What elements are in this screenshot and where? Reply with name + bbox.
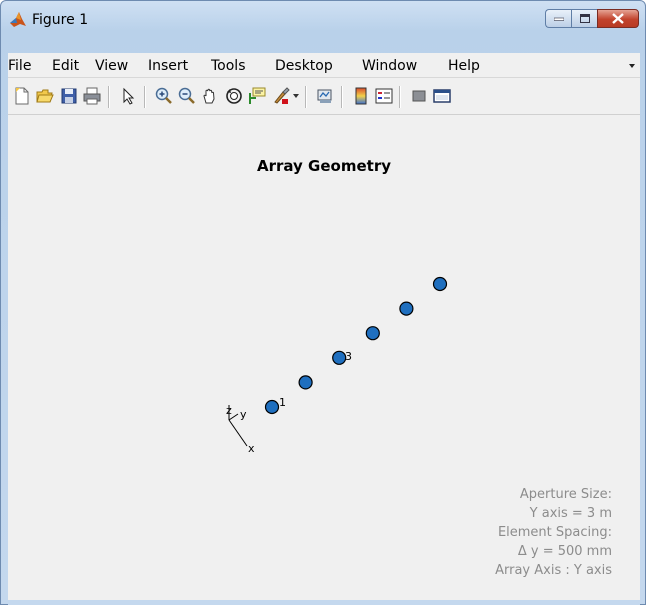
menu-tools[interactable]: Tools [211,58,246,74]
insert-colorbar-icon[interactable] [352,87,370,105]
pointer-icon[interactable] [120,87,138,105]
maximize-button[interactable] [571,9,597,28]
array-element-marker [432,276,448,292]
info-aperture-value: Y axis = 3 m [529,506,612,521]
menu-view[interactable]: View [95,58,128,74]
info-array-axis: Array Axis : Y axis [495,563,612,578]
hide-plot-tools-icon[interactable] [410,87,428,105]
figure-canvas[interactable]: Array Geometry z y x 1 3 Aperture Size: … [8,115,640,600]
triad-x-line [228,419,248,447]
print-icon[interactable] [83,87,101,105]
new-figure-icon[interactable] [13,87,31,105]
open-file-icon[interactable] [36,87,54,105]
zoom-out-icon[interactable] [178,87,196,105]
minimize-icon [553,17,564,21]
figure-toolbar [8,78,640,115]
triad-x-label: x [248,442,255,455]
matlab-icon [10,12,26,27]
array-element-marker [298,375,313,390]
triad-y-label: y [240,408,247,421]
show-plot-tools-icon[interactable] [433,87,451,105]
menu-window[interactable]: Window [362,58,417,74]
menu-bar: File Edit View Insert Tools Desktop Wind… [8,53,640,78]
brush-icon[interactable] [272,87,290,105]
insert-legend-icon[interactable] [375,87,393,105]
triad-z-label: z [226,404,232,417]
menu-insert[interactable]: Insert [148,58,188,74]
close-icon [612,13,624,24]
data-cursor-icon[interactable] [248,87,266,105]
info-aperture-label: Aperture Size: [519,487,612,502]
array-element-marker [399,301,414,316]
window-title: Figure 1 [32,12,89,28]
window-bottom-border [8,600,640,605]
toolbar-separator [341,86,343,108]
array-elements [264,276,448,415]
window-controls [545,9,639,29]
array-element-marker [365,326,380,341]
element-label-1: 1 [279,396,286,409]
toolbar-separator [399,86,401,108]
array-element-marker [332,350,347,365]
rotate-3d-icon[interactable] [225,87,243,105]
link-plot-icon[interactable] [316,87,334,105]
figure-window: Figure 1 File Edit View Insert Tools Des… [0,0,646,605]
array-info-panel: Aperture Size: Y axis = 3 m Element Spac… [495,485,612,580]
menu-help[interactable]: Help [448,58,480,74]
save-icon[interactable] [60,87,78,105]
toolbar-separator [305,86,307,108]
menu-file[interactable]: File [8,58,31,74]
maximize-icon [579,14,590,23]
element-label-3: 3 [345,350,352,363]
close-button[interactable] [597,9,639,28]
info-spacing-value: Δ y = 500 mm [517,544,612,559]
title-bar[interactable]: Figure 1 [1,1,645,39]
zoom-in-icon[interactable] [155,87,173,105]
menu-desktop[interactable]: Desktop [275,58,333,74]
info-spacing-label: Element Spacing: [497,525,612,540]
axes-triad: z y x [226,404,255,455]
array-element-marker [264,399,280,415]
menu-edit[interactable]: Edit [52,58,79,74]
toolbar-separator [108,86,110,108]
minimize-button[interactable] [545,9,571,28]
pan-icon[interactable] [201,87,219,105]
toolbar-separator [144,86,146,108]
menu-overflow-icon[interactable] [628,62,636,70]
brush-dropdown-icon[interactable] [293,94,299,99]
